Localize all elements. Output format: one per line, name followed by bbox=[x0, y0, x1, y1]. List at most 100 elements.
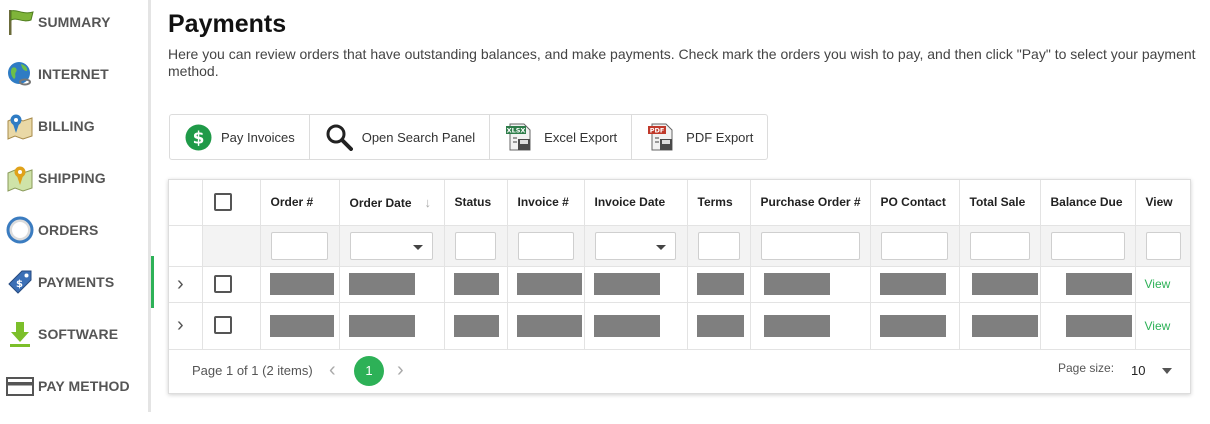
filter-terms-input[interactable] bbox=[697, 231, 740, 260]
redacted-invoice-number bbox=[516, 314, 582, 337]
table-row[interactable]: › View bbox=[169, 266, 1190, 303]
column-header-terms[interactable]: Terms bbox=[687, 180, 751, 226]
redacted-invoice-number bbox=[516, 273, 582, 295]
column-header-total-sale[interactable]: Total Sale bbox=[959, 180, 1041, 226]
filter-total-sale-input[interactable] bbox=[969, 231, 1030, 260]
sidebar-item-orders[interactable]: ORDERS bbox=[0, 204, 151, 256]
sidebar-item-label: PAY METHOD bbox=[38, 378, 130, 394]
next-page-chevron-icon[interactable]: › bbox=[397, 359, 404, 382]
column-header-order-number[interactable]: Order # bbox=[260, 180, 340, 226]
page-description: Here you can review orders that have out… bbox=[168, 46, 1196, 79]
column-header-invoice-number[interactable]: Invoice # bbox=[507, 180, 585, 226]
column-header-purchase-order-number[interactable]: Purchase Order # bbox=[750, 180, 871, 226]
filter-blank-cell bbox=[202, 225, 261, 267]
filter-order-number-input[interactable] bbox=[270, 231, 328, 260]
open-search-panel-label: Open Search Panel bbox=[361, 129, 476, 145]
expand-row-chevron-icon[interactable]: › bbox=[177, 273, 184, 296]
view-link[interactable]: View bbox=[1145, 277, 1171, 291]
pdf-export-label: PDF Export bbox=[686, 129, 754, 145]
redacted-po-contact bbox=[879, 314, 946, 337]
filter-invoice-date-select[interactable] bbox=[594, 231, 676, 260]
excel-export-label: Excel Export bbox=[544, 129, 618, 145]
expand-row-chevron-icon[interactable]: › bbox=[177, 314, 184, 337]
header-select-cell bbox=[202, 180, 261, 226]
page-size-label: Page size: bbox=[1058, 361, 1115, 375]
price-tag-icon: $ bbox=[8, 270, 32, 294]
redacted-invoice-date bbox=[593, 314, 660, 337]
sort-descending-icon: ↓ bbox=[424, 194, 432, 210]
previous-page-chevron-icon[interactable]: ‹ bbox=[329, 359, 336, 382]
filter-po-contact-input[interactable] bbox=[880, 231, 948, 260]
pager: Page 1 of 1 (2 items) ‹ 1 › Page size: 1… bbox=[169, 350, 1190, 394]
column-header-invoice-date[interactable]: Invoice Date bbox=[584, 180, 688, 226]
sidebar-item-internet[interactable]: INTERNET bbox=[0, 48, 151, 100]
sidebar: SUMMARY INTERNET BILLING SHIPPING ORDERS… bbox=[0, 0, 154, 412]
redacted-order-date bbox=[348, 314, 415, 337]
column-header-po-contact[interactable]: PO Contact bbox=[870, 180, 960, 226]
pay-invoices-button[interactable]: $ Pay Invoices bbox=[170, 115, 310, 159]
page-title: Payments bbox=[168, 10, 287, 38]
sidebar-item-software[interactable]: SOFTWARE bbox=[0, 308, 151, 360]
payments-grid: Order # Order Date ↓ Status Invoice # Inv… bbox=[168, 179, 1191, 394]
redacted-purchase-order bbox=[763, 314, 830, 337]
sidebar-item-label: INTERNET bbox=[38, 66, 109, 82]
sidebar-item-label: SHIPPING bbox=[38, 170, 106, 186]
redacted-order-date bbox=[348, 273, 415, 295]
map-pin-icon bbox=[7, 114, 33, 140]
pdf-file-icon: PDF bbox=[648, 123, 673, 151]
filter-invoice-number-input[interactable] bbox=[517, 231, 574, 260]
table-row[interactable]: › View bbox=[169, 302, 1190, 350]
sidebar-item-label: ORDERS bbox=[38, 222, 99, 238]
redacted-terms bbox=[696, 314, 744, 337]
sidebar-item-label: SUMMARY bbox=[38, 14, 111, 30]
sidebar-item-billing[interactable]: BILLING bbox=[0, 100, 151, 152]
header-row: Order # Order Date ↓ Status Invoice # Inv… bbox=[169, 180, 1190, 226]
filter-purchase-order-input[interactable] bbox=[760, 231, 860, 260]
row-select-checkbox[interactable] bbox=[213, 316, 232, 335]
compass-icon bbox=[6, 216, 34, 244]
pdf-badge-text: PDF bbox=[650, 127, 665, 135]
chevron-down-icon[interactable] bbox=[1162, 368, 1172, 374]
column-header-status[interactable]: Status bbox=[444, 180, 508, 226]
row-select-checkbox[interactable] bbox=[213, 274, 232, 293]
pdf-export-button[interactable]: PDF PDF Export bbox=[632, 115, 767, 159]
redacted-order-number bbox=[269, 314, 334, 337]
open-search-panel-button[interactable]: Open Search Panel bbox=[310, 115, 491, 159]
sidebar-item-shipping[interactable]: SHIPPING bbox=[0, 152, 151, 204]
pay-invoices-label: Pay Invoices bbox=[221, 129, 295, 145]
flag-icon bbox=[9, 10, 34, 35]
redacted-balance-due bbox=[1065, 273, 1132, 295]
filter-order-date-select[interactable] bbox=[349, 231, 433, 260]
dollar-icon: $ bbox=[185, 124, 212, 150]
payments-table: Order # Order Date ↓ Status Invoice # Inv… bbox=[169, 180, 1190, 350]
redacted-balance-due bbox=[1065, 314, 1132, 337]
column-header-balance-due[interactable]: Balance Due bbox=[1040, 180, 1136, 226]
globe-icon bbox=[8, 62, 31, 86]
excel-badge-text: XLSX bbox=[507, 127, 526, 135]
header-expand-cell bbox=[169, 180, 203, 226]
redacted-purchase-order bbox=[763, 273, 830, 295]
credit-card-icon bbox=[6, 377, 34, 396]
sidebar-item-label: BILLING bbox=[38, 118, 95, 134]
excel-file-icon: XLSX bbox=[506, 123, 531, 151]
download-icon bbox=[10, 322, 30, 347]
view-link[interactable]: View bbox=[1145, 319, 1171, 333]
filter-view-input[interactable] bbox=[1145, 231, 1181, 260]
select-all-checkbox[interactable] bbox=[213, 193, 232, 212]
svg-text:$: $ bbox=[193, 128, 205, 148]
excel-export-button[interactable]: XLSX Excel Export bbox=[490, 115, 633, 159]
sidebar-item-payments[interactable]: $ PAYMENTS bbox=[0, 256, 154, 308]
redacted-po-contact bbox=[879, 273, 946, 295]
sidebar-item-pay-method[interactable]: PAY METHOD bbox=[0, 360, 151, 412]
filter-status-input[interactable] bbox=[454, 231, 496, 260]
column-header-order-date-label: Order Date bbox=[349, 195, 412, 210]
filter-balance-due-input[interactable] bbox=[1050, 231, 1125, 260]
current-page-button[interactable]: 1 bbox=[354, 356, 384, 386]
redacted-total-sale bbox=[971, 314, 1038, 337]
redacted-terms bbox=[696, 273, 744, 295]
column-header-order-date[interactable]: Order Date ↓ bbox=[339, 180, 445, 226]
sidebar-item-summary[interactable]: SUMMARY bbox=[0, 0, 151, 48]
page-size-select[interactable]: 10 bbox=[1131, 363, 1145, 378]
toolbar: $ Pay Invoices Open Search Panel XLSX Ex… bbox=[169, 114, 769, 160]
map-icon bbox=[7, 166, 33, 192]
